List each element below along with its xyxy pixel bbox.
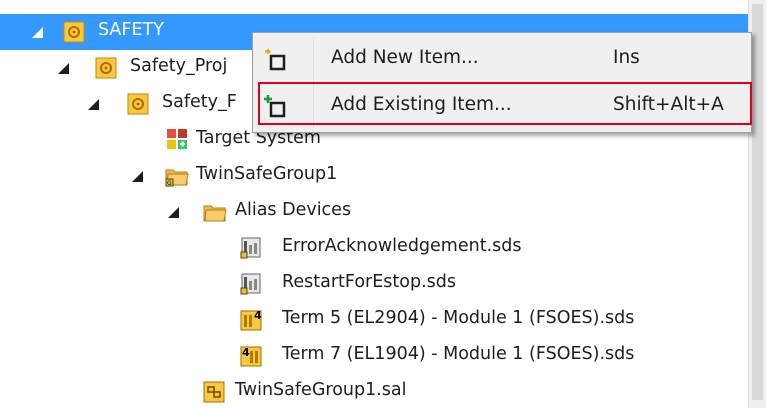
- add-new-item-icon: [262, 47, 288, 73]
- svg-text:4: 4: [254, 309, 262, 322]
- tree-item-label: Alias Devices: [235, 200, 352, 220]
- tree-item-restartforestop[interactable]: RestartForEstop.sds: [0, 266, 748, 302]
- tree-item-label: Term 5 (EL2904) - Module 1 (FSOES).sds: [282, 308, 635, 328]
- expand-arrow-icon[interactable]: [32, 27, 43, 38]
- safety-project-icon: [63, 21, 85, 43]
- svg-text:4: 4: [242, 346, 250, 359]
- tree-item-term5[interactable]: 4 Term 5 (EL2904) - Module 1 (FSOES).sds: [0, 302, 748, 338]
- safety-terminal-icon: 4: [240, 344, 262, 367]
- tree-item-label: TwinSafeGroup1.sal: [235, 380, 407, 400]
- target-system-icon: [166, 128, 188, 150]
- safety-project-icon: [95, 57, 117, 79]
- tree-item-label: Term 7 (EL1904) - Module 1 (FSOES).sds: [282, 344, 635, 364]
- expand-arrow-icon[interactable]: [58, 63, 69, 74]
- tree-item-label: SAFETY: [98, 20, 164, 40]
- expand-arrow-icon[interactable]: [88, 99, 99, 110]
- expand-arrow-icon[interactable]: [132, 171, 143, 182]
- device-file-icon: [240, 237, 262, 259]
- menu-item-label: Add New Item...: [331, 47, 479, 68]
- tree-item-label: RestartForEstop.sds: [282, 272, 457, 292]
- tree-item-label: ErrorAcknowledgement.sds: [282, 236, 522, 256]
- expand-arrow-icon[interactable]: [168, 207, 179, 218]
- svg-text:G: G: [167, 180, 172, 187]
- tree-item-label: TwinSafeGroup1: [196, 164, 338, 184]
- sal-file-icon: [203, 381, 225, 403]
- scrollbar-thumb[interactable]: [752, 4, 763, 400]
- safety-project-icon: [127, 93, 149, 115]
- menu-item-shortcut: Ins: [613, 47, 640, 68]
- tree-item-term7[interactable]: 4 Term 7 (EL1904) - Module 1 (FSOES).sds: [0, 338, 748, 374]
- tree-item-erroracknowledgement[interactable]: ErrorAcknowledgement.sds: [0, 230, 748, 266]
- safety-terminal-icon: 4: [240, 308, 262, 331]
- tree-item-twinsafegroup1[interactable]: G TwinSafeGroup1: [0, 158, 748, 194]
- tree-item-alias-devices[interactable]: Alias Devices: [0, 194, 748, 230]
- folder-icon: [203, 201, 227, 223]
- menu-item-add-new-item[interactable]: Add New Item... Ins: [255, 37, 749, 81]
- device-file-icon: [240, 273, 262, 295]
- highlight-box: [258, 82, 752, 125]
- group-folder-icon: G: [165, 165, 189, 187]
- tree-item-label: Safety_F: [162, 92, 237, 112]
- tree-item-twinsafegroup1-sal[interactable]: TwinSafeGroup1.sal: [0, 374, 748, 410]
- tree-item-label: Safety_Proj: [130, 56, 228, 76]
